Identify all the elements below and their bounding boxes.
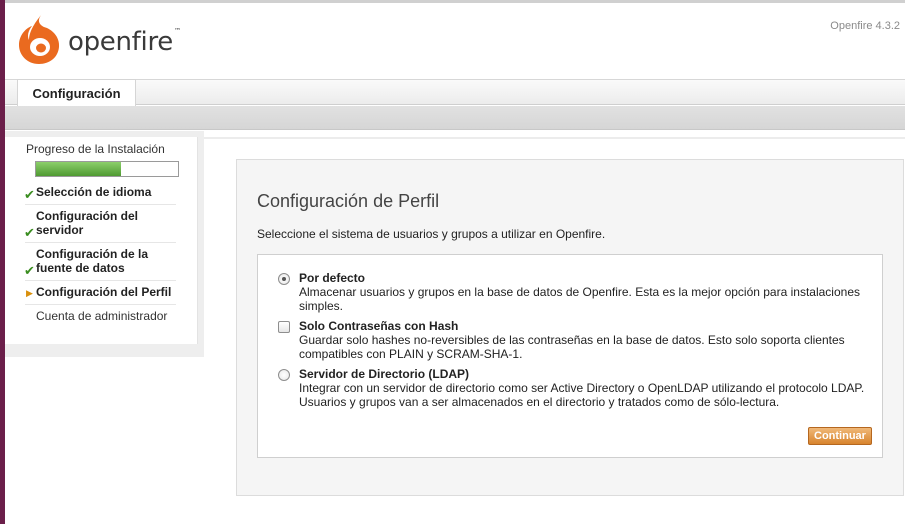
page-title: Configuración de Perfil bbox=[257, 191, 440, 211]
option-title: Servidor de Directorio (LDAP) bbox=[299, 367, 470, 381]
continue-button[interactable]: Continuar bbox=[808, 427, 872, 445]
install-progress-sidebar: Progreso de la Instalación ✔ Selección d… bbox=[5, 137, 198, 344]
check-icon: ✔ bbox=[24, 225, 35, 240]
sub-nav-bar bbox=[5, 106, 905, 130]
content-strip bbox=[204, 137, 905, 139]
step-datasource: ✔ Configuración de la fuente de datos bbox=[24, 247, 176, 281]
version-label: Openfire 4.3.2 bbox=[830, 20, 900, 32]
hashed-passwords-checkbox[interactable] bbox=[278, 321, 290, 333]
default-radio[interactable] bbox=[278, 273, 290, 285]
check-icon: ✔ bbox=[24, 187, 35, 202]
openfire-flame-icon bbox=[19, 14, 60, 64]
install-progress-bar bbox=[35, 161, 179, 177]
intro-text: Seleccione el sistema de usuarios y grup… bbox=[257, 227, 606, 241]
tab-bar: Configuración bbox=[5, 79, 905, 106]
option-description: Integrar con un servidor de directorio c… bbox=[299, 381, 865, 409]
ldap-radio[interactable] bbox=[278, 369, 290, 381]
logo[interactable]: openfire™ bbox=[14, 11, 181, 65]
option-description: Almacenar usuarios y grupos en la base d… bbox=[299, 285, 860, 313]
option-hashed-passwords[interactable]: Solo Contraseñas con Hash Guardar solo h… bbox=[278, 319, 868, 363]
step-admin-account: Cuenta de administrador bbox=[36, 309, 168, 323]
option-title: Por defecto bbox=[299, 271, 366, 285]
progress-title: Progreso de la Instalación bbox=[26, 142, 165, 156]
logo-text: openfire™ bbox=[68, 27, 181, 57]
tab-configuracion[interactable]: Configuración bbox=[17, 79, 136, 106]
triangle-right-icon: ▶ bbox=[26, 288, 33, 298]
profile-settings-panel: Configuración de Perfil Seleccione el si… bbox=[236, 159, 904, 496]
step-profile: ▶ Configuración del Perfil bbox=[25, 285, 176, 305]
option-ldap[interactable]: Servidor de Directorio (LDAP) Integrar c… bbox=[278, 367, 868, 411]
check-icon: ✔ bbox=[24, 263, 35, 278]
step-server: ✔ Configuración del servidor bbox=[24, 209, 176, 243]
step-language: ✔ Selección de idioma bbox=[24, 185, 176, 205]
profile-options: Por defecto Almacenar usuarios y grupos … bbox=[257, 254, 883, 458]
option-default[interactable]: Por defecto Almacenar usuarios y grupos … bbox=[278, 271, 868, 315]
option-title: Solo Contraseñas con Hash bbox=[299, 319, 459, 333]
header: openfire™ Openfire 4.3.2 bbox=[5, 3, 905, 79]
progress-fill bbox=[36, 162, 122, 176]
option-description: Guardar solo hashes no-reversibles de la… bbox=[299, 333, 845, 361]
